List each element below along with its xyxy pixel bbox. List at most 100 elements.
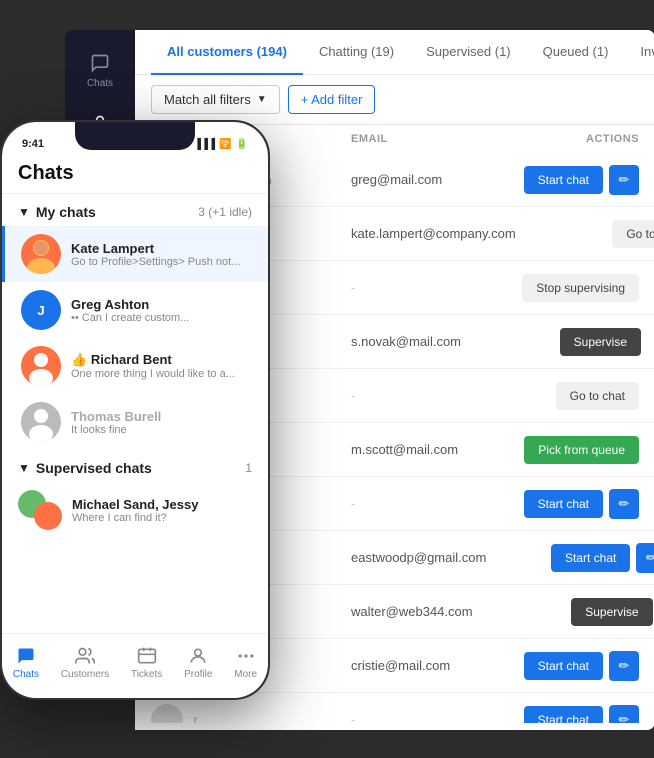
phone-time: 9:41 xyxy=(22,138,44,150)
email-cell: greg@mail.com xyxy=(351,172,459,187)
supervise-button[interactable]: Supervise xyxy=(560,328,641,356)
sidebar-item-chats[interactable]: Chats xyxy=(65,40,135,101)
chat-preview: One more thing I would like to a... xyxy=(71,368,252,380)
filter-bar: Match all filters ▼ + Add filter xyxy=(135,75,654,125)
tickets-tab-icon xyxy=(136,645,158,667)
phone-bottom-bar: Chats Customers Tickets xyxy=(2,633,268,698)
chats-icon xyxy=(89,52,111,74)
email-cell: cristie@mail.com xyxy=(351,658,459,673)
more-tab-icon xyxy=(235,645,257,667)
signal-icon: ▐▐▐ xyxy=(194,139,215,150)
customer-name: r xyxy=(151,704,351,724)
bottom-tab-chats-label: Chats xyxy=(13,669,39,680)
my-chats-label: My chats xyxy=(36,204,96,220)
edit-button[interactable]: ✏ xyxy=(609,489,639,519)
supervised-section-header: ▼ Supervised chats 1 xyxy=(2,450,268,482)
sup-avatar-2 xyxy=(34,502,62,530)
edit-button[interactable]: ✏ xyxy=(636,543,654,573)
email-cell: eastwoodp@gmail.com xyxy=(351,550,486,565)
actions-cell: Start chat ✏ xyxy=(459,165,639,195)
chat-item-thomas[interactable]: Thomas Burell It looks fine xyxy=(2,394,268,450)
email-cell: - xyxy=(351,712,459,723)
avatar-kate xyxy=(21,234,61,274)
chat-info-greg: Greg Ashton •• Can I create custom... xyxy=(71,297,252,324)
email-cell: kate.lampert@company.com xyxy=(351,226,516,241)
add-filter-button[interactable]: + Add filter xyxy=(288,85,376,114)
phone-title: Chats xyxy=(18,162,252,185)
tab-queued[interactable]: Queued (1) xyxy=(527,30,625,75)
chat-info-kate: Kate Lampert Go to Profile>Settings> Pus… xyxy=(71,241,252,268)
avatar-richard xyxy=(21,346,61,386)
chat-name: Greg Ashton xyxy=(71,297,252,312)
tab-all-customers[interactable]: All customers (194) xyxy=(151,30,303,75)
stop-supervising-button[interactable]: Stop supervising xyxy=(522,274,639,302)
section-title: ▼ My chats xyxy=(18,204,96,220)
my-chats-section-header: ▼ My chats 3 (+1 idle) xyxy=(2,194,268,226)
edit-button[interactable]: ✏ xyxy=(609,705,639,724)
phone-mockup: 9:41 ▐▐▐ 🛜 🔋 Chats ▼ My chats 3 (+1 idle… xyxy=(0,120,270,700)
edit-button[interactable]: ✏ xyxy=(609,165,639,195)
col-email: EMAIL xyxy=(351,133,459,145)
bottom-tab-tickets[interactable]: Tickets xyxy=(131,645,162,680)
my-chats-count: 3 (+1 idle) xyxy=(198,205,252,219)
email-cell: - xyxy=(351,388,459,403)
avatar-greg: J xyxy=(21,290,61,330)
start-chat-button[interactable]: Start chat xyxy=(524,706,603,724)
profile-tab-icon xyxy=(187,645,209,667)
bottom-tab-customers-label: Customers xyxy=(61,669,109,680)
sidebar-chats-label: Chats xyxy=(87,78,113,89)
chat-preview: It looks fine xyxy=(71,424,252,436)
chat-item-kate[interactable]: Kate Lampert Go to Profile>Settings> Pus… xyxy=(2,226,268,282)
go-to-chat-button[interactable]: Go to chat xyxy=(556,382,639,410)
bottom-tab-customers[interactable]: Customers xyxy=(61,645,109,680)
actions-cell: Supervise xyxy=(461,328,641,356)
actions-cell: Go to chat xyxy=(516,220,654,248)
bottom-tab-more[interactable]: More xyxy=(234,645,257,680)
actions-cell: Supervise xyxy=(473,598,653,626)
actions-cell: Start chat ✏ xyxy=(459,489,639,519)
col-actions: ACTIONS xyxy=(459,133,639,145)
phone-header: Chats xyxy=(2,158,268,194)
chat-preview: Where I can find it? xyxy=(72,512,252,524)
start-chat-button[interactable]: Start chat xyxy=(551,544,630,572)
actions-cell: Pick from queue xyxy=(459,436,639,464)
chat-item-richard[interactable]: 👍 Richard Bent One more thing I would li… xyxy=(2,338,268,394)
chat-preview: •• Can I create custom... xyxy=(71,312,252,324)
supervised-avatars xyxy=(18,490,62,530)
email-cell: - xyxy=(351,496,459,511)
bottom-tab-profile[interactable]: Profile xyxy=(184,645,212,680)
bottom-tab-more-label: More xyxy=(234,669,257,680)
actions-cell: Start chat ✏ xyxy=(459,651,639,681)
chat-item-greg[interactable]: J Greg Ashton •• Can I create custom... xyxy=(2,282,268,338)
tab-invited[interactable]: Invi... xyxy=(624,30,654,75)
tab-supervised[interactable]: Supervised (1) xyxy=(410,30,527,75)
go-to-chat-button[interactable]: Go to chat xyxy=(612,220,654,248)
customers-tab-icon xyxy=(74,645,96,667)
start-chat-button[interactable]: Start chat xyxy=(524,652,603,680)
chat-name: Michael Sand, Jessy xyxy=(72,497,252,512)
pick-from-queue-button[interactable]: Pick from queue xyxy=(524,436,639,464)
phone-screen: 9:41 ▐▐▐ 🛜 🔋 Chats ▼ My chats 3 (+1 idle… xyxy=(2,122,268,698)
chevron-icon: ▼ xyxy=(18,461,30,475)
bottom-tab-chats[interactable]: Chats xyxy=(13,645,39,680)
section-title: ▼ Supervised chats xyxy=(18,460,152,476)
supervise-button[interactable]: Supervise xyxy=(571,598,652,626)
start-chat-button[interactable]: Start chat xyxy=(524,490,603,518)
supervised-count: 1 xyxy=(245,461,252,475)
start-chat-button[interactable]: Start chat xyxy=(524,166,603,194)
phone-notch xyxy=(75,122,195,150)
chats-tab-icon xyxy=(15,645,37,667)
avatar xyxy=(151,704,183,724)
email-cell: s.novak@mail.com xyxy=(351,334,461,349)
bottom-tab-tickets-label: Tickets xyxy=(131,669,162,680)
match-filters-button[interactable]: Match all filters ▼ xyxy=(151,85,280,114)
status-icons: ▐▐▐ 🛜 🔋 xyxy=(194,139,248,150)
edit-button[interactable]: ✏ xyxy=(609,651,639,681)
chevron-icon: ▼ xyxy=(18,205,30,219)
supervised-label: Supervised chats xyxy=(36,460,152,476)
actions-cell: Start chat ✏ xyxy=(486,543,654,573)
phone-content: ▼ My chats 3 (+1 idle) Kate Lampert Go t… xyxy=(2,194,268,650)
tab-chatting[interactable]: Chatting (19) xyxy=(303,30,410,75)
chat-name: 👍 Richard Bent xyxy=(71,352,252,368)
supervised-chat-item[interactable]: Michael Sand, Jessy Where I can find it? xyxy=(2,482,268,538)
